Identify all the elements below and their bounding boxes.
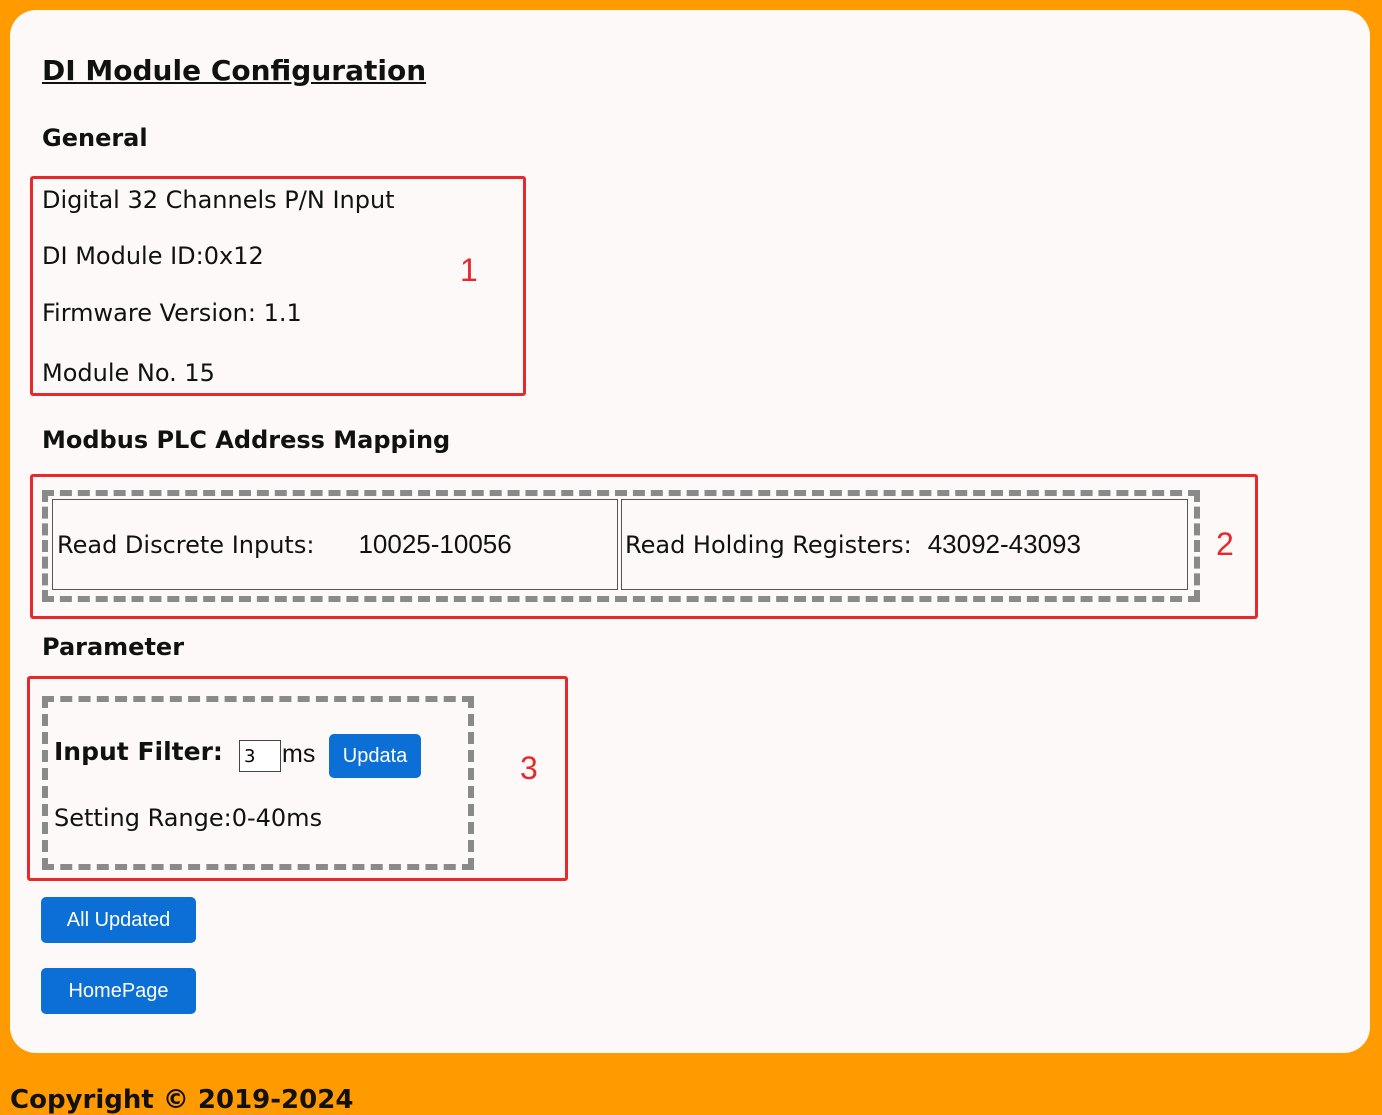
parameter-heading: Parameter bbox=[42, 633, 185, 661]
input-filter-unit: ms bbox=[282, 740, 316, 768]
annotation-number-3: 3 bbox=[520, 750, 538, 786]
general-heading: General bbox=[42, 124, 148, 152]
firmware-version: Firmware Version: 1.1 bbox=[42, 299, 302, 327]
input-filter-label: Input Filter: bbox=[54, 737, 223, 766]
parameter-group bbox=[42, 696, 474, 870]
discrete-inputs-label: Read Discrete Inputs: bbox=[57, 530, 315, 559]
module-id: DI Module ID:0x12 bbox=[42, 242, 264, 270]
annotation-number-1: 1 bbox=[460, 252, 478, 288]
holding-registers-cell: Read Holding Registers: 43092-43093 bbox=[621, 499, 1188, 590]
annotation-number-2: 2 bbox=[1216, 526, 1234, 562]
page-title: DI Module Configuration bbox=[42, 54, 427, 87]
holding-registers-value: 43092-43093 bbox=[927, 529, 1081, 559]
mapping-heading: Modbus PLC Address Mapping bbox=[42, 426, 451, 454]
homepage-button[interactable]: HomePage bbox=[41, 968, 196, 1014]
discrete-inputs-value: 10025-10056 bbox=[358, 529, 512, 559]
setting-range: Setting Range:0-40ms bbox=[54, 804, 323, 832]
content-panel: DI Module Configuration General 1 Digita… bbox=[10, 10, 1370, 1053]
discrete-inputs-cell: Read Discrete Inputs: 10025-10056 bbox=[52, 499, 618, 590]
input-filter-field[interactable] bbox=[239, 740, 281, 772]
module-description: Digital 32 Channels P/N Input bbox=[42, 186, 395, 214]
all-updated-button[interactable]: All Updated bbox=[41, 897, 196, 943]
module-number: Module No. 15 bbox=[42, 359, 215, 387]
holding-registers-label: Read Holding Registers: bbox=[625, 530, 912, 559]
update-filter-button[interactable]: Updata bbox=[329, 734, 421, 778]
copyright-footer: Copyright © 2019-2024 bbox=[10, 1085, 354, 1115]
